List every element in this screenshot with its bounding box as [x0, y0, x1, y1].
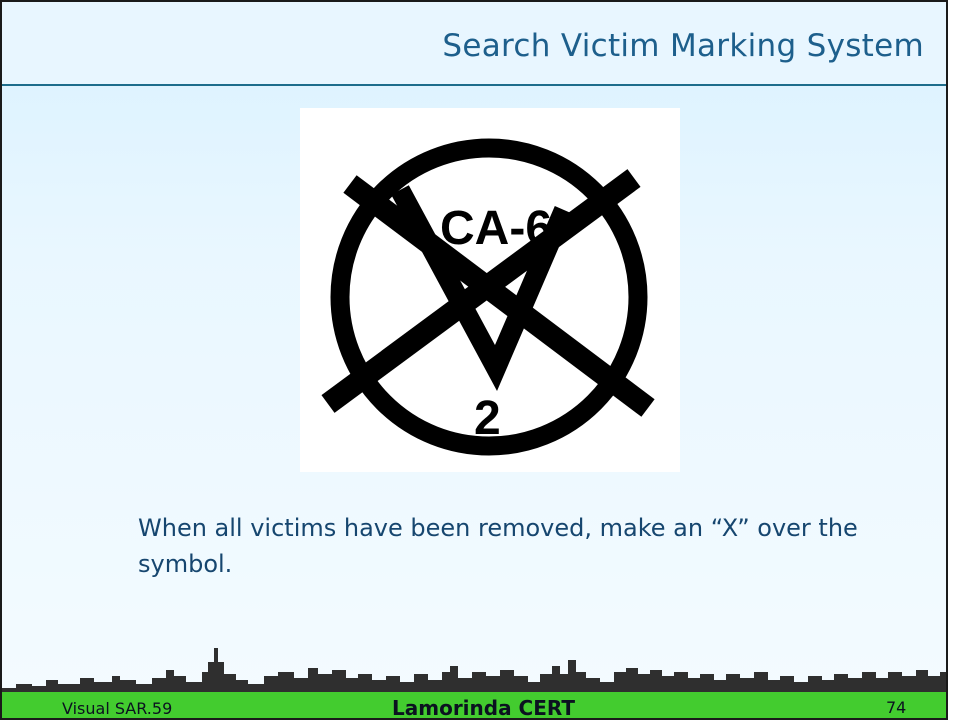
footer-organization: Lamorinda CERT [392, 696, 576, 720]
symbol-top-label: CA-6 [440, 202, 552, 255]
symbol-bottom-label: 2 [474, 392, 501, 445]
victim-marking-svg: CA-6 2 [321, 138, 655, 456]
slide: Search Victim Marking System CA-6 2 When… [0, 0, 948, 720]
title-bar: Search Victim Marking System [2, 2, 946, 86]
city-skyline-decoration [2, 648, 946, 694]
symbol-image: CA-6 2 [300, 108, 680, 472]
slide-caption: When all victims have been removed, make… [138, 514, 858, 578]
footer-bar: Visual SAR.59 Lamorinda CERT 74 [2, 692, 946, 720]
slide-title: Search Victim Marking System [442, 28, 924, 64]
slide-number: 74 [886, 698, 907, 717]
footer-course-code: Visual SAR.59 [62, 699, 173, 718]
